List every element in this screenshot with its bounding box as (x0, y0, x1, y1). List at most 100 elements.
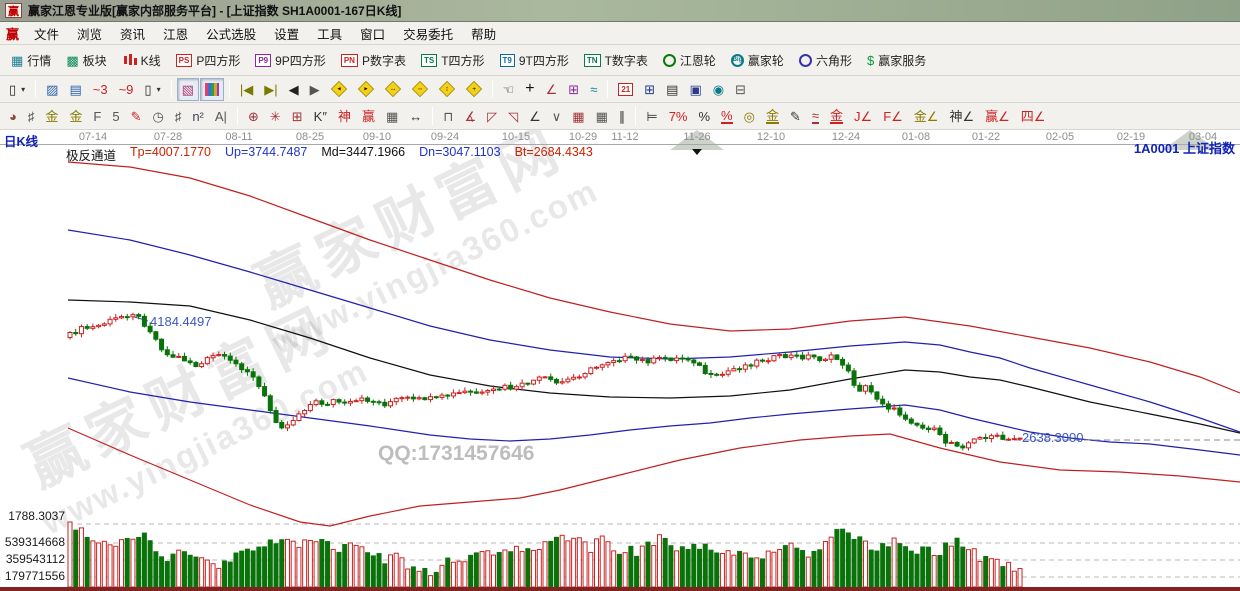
p-number-table-button[interactable]: PN P数字表 (334, 48, 413, 73)
hash-grid-tool[interactable]: ♯ (170, 105, 187, 128)
shen-angle-tool[interactable]: 神∠ (944, 105, 979, 128)
menu-item-4[interactable]: 江恩 (154, 22, 197, 45)
color-chart-button[interactable] (199, 77, 224, 101)
price-chart-canvas[interactable] (0, 130, 1240, 591)
winner-service-button[interactable]: $ 赢家服务 (860, 48, 933, 73)
nine-t-square-button[interactable]: T9 9T四方形 (493, 48, 576, 73)
volume-bar-up (582, 541, 588, 588)
zoom-all-button[interactable]: + (461, 78, 487, 101)
print-button[interactable]: ⊟ (730, 78, 751, 101)
step-back-button[interactable]: ◀ (284, 78, 304, 101)
time-wheel-tool[interactable]: ◷ (147, 105, 168, 128)
candle-style-button[interactable]: ▯ ▾ (139, 78, 165, 101)
menu-item-9[interactable]: 交易委托 (394, 22, 462, 45)
fan-lines-tool[interactable]: ∡ (459, 105, 481, 128)
chart-type-button[interactable]: ▯ ▾ (4, 78, 30, 101)
f-angle-tool[interactable]: F∠ (878, 105, 908, 128)
menu-item-6[interactable]: 设置 (265, 22, 308, 45)
ying-angle-tool[interactable]: 赢∠ (980, 105, 1015, 128)
percent-seven-tool[interactable]: 7% (664, 105, 693, 128)
t-square-button[interactable]: TS T四方形 (414, 48, 492, 73)
four-angle-tool[interactable]: 四∠ (1016, 105, 1051, 128)
starburst-tool[interactable]: ✳ (265, 105, 286, 128)
pattern-chart-button[interactable]: ▧ (176, 77, 199, 101)
gold-grid2-tool[interactable]: 金 (64, 105, 87, 128)
volume-bar-down (714, 552, 720, 588)
hexagon-button[interactable]: 六角形 (792, 48, 859, 73)
zigzag-tool[interactable]: ∨ (547, 105, 567, 128)
quotes-button[interactable]: ▦ 行情 (4, 48, 58, 73)
k-angle-tool[interactable]: K″ (309, 105, 332, 128)
calendar-button[interactable]: 21 (613, 78, 638, 101)
mirror-tool[interactable]: A| (210, 105, 232, 128)
sectors-button[interactable]: ▩ 板块 (59, 48, 113, 73)
scale-ruler-tool[interactable]: ⊨ (641, 105, 662, 128)
gann-wheel-button[interactable]: 江恩轮 (656, 48, 723, 73)
wave-3-button[interactable]: ~3 (88, 78, 113, 101)
gold-line-tool[interactable]: 金 (761, 105, 784, 128)
menu-item-5[interactable]: 公式选股 (197, 22, 265, 45)
t-square-tool[interactable]: ⊓ (438, 105, 458, 128)
kline-button[interactable]: K线 (115, 48, 168, 73)
seek-last-button[interactable]: ▶| (259, 78, 282, 101)
zoom-out-x-button[interactable]: ↔ (380, 78, 406, 101)
save-button[interactable]: ▣ (684, 78, 706, 101)
gold-grid-tool[interactable]: 金 (40, 105, 63, 128)
pan-hand-button[interactable]: ☜ (498, 78, 520, 101)
f-grid-tool[interactable]: F (88, 105, 106, 128)
zoom-in-x-button[interactable]: ⇔ (407, 78, 433, 101)
grid-a-tool[interactable]: ▦ (567, 105, 589, 128)
shift-right-button[interactable]: ▸ (353, 78, 379, 101)
grid-box-tool[interactable]: ⊞ (287, 105, 308, 128)
gold-circle-tool[interactable]: ◎ (739, 105, 760, 128)
window-layout-button[interactable]: ▨ (41, 78, 63, 101)
ink-angle-tool[interactable]: ✎ (785, 105, 806, 128)
info-panel-button[interactable]: ▤ (64, 78, 86, 101)
shen-tool[interactable]: 神 (333, 105, 356, 128)
seek-first-button[interactable]: |◀ (235, 78, 258, 101)
gold-angle-tool[interactable]: 金∠ (909, 105, 944, 128)
menu-item-10[interactable]: 帮助 (462, 22, 505, 45)
shaded-fan-tool[interactable]: ◸ (482, 105, 502, 128)
wave-9-button[interactable]: ~9 (114, 78, 139, 101)
n-square-tool[interactable]: n² (187, 105, 209, 128)
grid-123-tool[interactable]: ▦ (381, 105, 403, 128)
parallel-lines-tool[interactable]: ∥ (614, 105, 631, 128)
t-number-table-button[interactable]: TN T数字表 (577, 48, 655, 73)
step-forward-button[interactable]: ▶ (305, 78, 325, 101)
grid-ruler-tool[interactable]: ♯ (23, 105, 40, 128)
gann-grid-tool-button[interactable]: ⊞ (563, 78, 584, 101)
menu-item-1[interactable]: 文件 (25, 22, 68, 45)
export-button[interactable]: ◉ (708, 78, 729, 101)
wave-channel-tool[interactable]: ≈ (807, 105, 824, 128)
gold-underline-tool[interactable]: 金 (825, 105, 848, 128)
grid-b-tool[interactable]: ▦ (591, 105, 613, 128)
menu-item-8[interactable]: 窗口 (351, 22, 394, 45)
span-arrow-tool[interactable]: ↔ (404, 105, 427, 128)
protractor-tool[interactable]: ◕ (4, 105, 22, 128)
percent-line-tool[interactable]: % (716, 105, 738, 128)
menu-item-7[interactable]: 工具 (308, 22, 351, 45)
crosshair-button[interactable]: + (520, 78, 539, 101)
angle-line-tool[interactable]: ∠ (524, 105, 546, 128)
box-fan-tool[interactable]: ◹ (503, 105, 523, 128)
candle-up (542, 376, 548, 379)
titlebar[interactable]: 赢 赢家江恩专业版[赢家内部服务平台] - [上证指数 SH1A0001-167… (0, 0, 1240, 22)
target-circle-tool[interactable]: ⊕ (243, 105, 264, 128)
zoom-y-button[interactable]: ↕ (434, 78, 460, 101)
shift-left-button[interactable]: ◂ (326, 78, 352, 101)
calculator-button[interactable]: ⊞ (639, 78, 660, 101)
percent-tool[interactable]: % (693, 105, 715, 128)
spiral-tool[interactable]: 5 (107, 105, 124, 128)
j-angle-tool[interactable]: J∠ (849, 105, 877, 128)
nine-p-square-button[interactable]: P9 9P四方形 (248, 48, 332, 73)
menu-item-2[interactable]: 浏览 (68, 22, 111, 45)
angle-measure-button[interactable]: ∠ (541, 78, 563, 101)
spray-tool[interactable]: ✎ (126, 105, 147, 128)
p-square-button[interactable]: PS P四方形 (169, 48, 248, 73)
menu-item-3[interactable]: 资讯 (111, 22, 154, 45)
notes-button[interactable]: ▤ (661, 78, 683, 101)
wave-tool-button[interactable]: ≈ (585, 78, 602, 101)
ying-tool[interactable]: 赢 (357, 105, 380, 128)
winner-wheel-button[interactable]: Big 赢家轮 (724, 48, 791, 73)
